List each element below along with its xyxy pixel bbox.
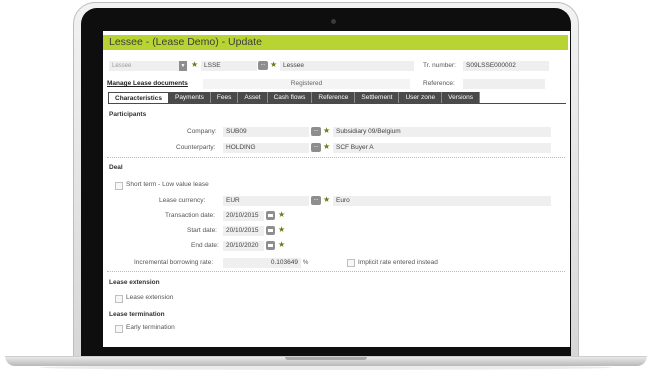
end-date-field[interactable]: 20/10/2020 — [223, 241, 264, 251]
lease-extension-heading: Lease extension — [109, 279, 160, 286]
calendar-icon[interactable] — [266, 241, 275, 250]
title-bar: Lessee - (Lease Demo) - Update — [103, 35, 568, 50]
incremental-borrowing-rate-field[interactable]: 0.103649 — [223, 258, 301, 268]
laptop-notch — [285, 357, 367, 360]
status-field: Registered — [203, 79, 410, 89]
required-star-icon: ★ — [323, 126, 331, 135]
camera-icon — [331, 19, 336, 24]
tab-fees[interactable]: Fees — [210, 92, 239, 103]
company-description: Subsidiary 09/Belgium — [333, 127, 551, 137]
lease-extension-label: Lease extension — [126, 294, 174, 301]
tab-settlement[interactable]: Settlement — [355, 92, 400, 103]
transaction-date-field[interactable]: 20/10/2015 — [223, 211, 264, 221]
implicit-rate-checkbox[interactable] — [347, 259, 355, 267]
chevron-down-icon[interactable]: ▼ — [179, 61, 187, 71]
page-title: Lessee - (Lease Demo) - Update — [109, 36, 262, 48]
required-star-icon: ★ — [191, 60, 199, 69]
lookup-button[interactable]: ... — [258, 61, 268, 70]
section-divider — [107, 157, 565, 158]
tab-asset[interactable]: Asset — [238, 92, 268, 103]
company-label: Company: — [187, 128, 217, 135]
header-row: Lessee ▼ ★ LSSE ... ★ Lessee Tr. number:… — [107, 60, 565, 72]
company-field[interactable]: SUB09 — [223, 127, 309, 137]
implicit-rate-label: Implicit rate entered instead — [358, 259, 438, 266]
tab-underline — [108, 103, 566, 104]
short-term-checkbox[interactable] — [115, 182, 123, 190]
required-star-icon: ★ — [278, 225, 286, 234]
reference-label: Reference: — [423, 80, 455, 87]
participants-heading: Participants — [109, 111, 147, 118]
tab-characteristics[interactable]: Characteristics — [108, 92, 169, 103]
counterparty-field[interactable]: HOLDING — [223, 143, 309, 153]
section-divider — [107, 271, 565, 272]
code-field[interactable]: LSSE — [201, 61, 257, 71]
app-screen: Lessee - (Lease Demo) - Update Lessee ▼ … — [103, 31, 570, 347]
transaction-date-label: Transaction date: — [165, 212, 215, 219]
early-termination-label: Early termination — [126, 324, 175, 331]
lease-extension-checkbox[interactable] — [115, 295, 123, 303]
calendar-icon[interactable] — [266, 211, 275, 220]
lease-currency-field[interactable]: EUR — [223, 196, 309, 206]
counterparty-label: Counterparty: — [176, 144, 216, 151]
tab-cash-flows[interactable]: Cash flows — [267, 92, 313, 103]
tab-bar: Characteristics Payments Fees Asset Cash… — [108, 92, 481, 103]
tab-payments[interactable]: Payments — [168, 92, 211, 103]
required-star-icon: ★ — [270, 60, 278, 69]
start-date-field[interactable]: 20/10/2015 — [223, 226, 264, 236]
code-description: Lessee — [280, 61, 414, 71]
required-star-icon: ★ — [278, 240, 286, 249]
deal-heading: Deal — [109, 164, 123, 171]
type-select[interactable]: Lessee — [109, 61, 187, 71]
calendar-icon[interactable] — [266, 226, 275, 235]
start-date-label: Start date: — [187, 227, 217, 234]
required-star-icon: ★ — [278, 210, 286, 219]
company-lookup-button[interactable]: ... — [311, 127, 321, 136]
required-star-icon: ★ — [323, 195, 331, 204]
counterparty-lookup-button[interactable]: ... — [311, 143, 321, 152]
tab-user-zone[interactable]: User zone — [399, 92, 443, 103]
short-term-label: Short term - Low value lease — [126, 181, 209, 188]
tab-versions[interactable]: Versions — [442, 92, 481, 103]
lease-currency-label: Lease currency: — [159, 197, 206, 204]
tab-reference[interactable]: Reference — [312, 92, 356, 103]
manage-lease-documents-link[interactable]: Manage Lease documents — [107, 79, 188, 89]
incremental-borrowing-rate-label: Incremental borrowing rate: — [134, 259, 214, 266]
tr-number-field: S09LSSE000002 — [463, 61, 549, 71]
percent-unit: % — [303, 260, 309, 266]
counterparty-description: SCF Buyer A — [333, 143, 551, 153]
currency-description: Euro — [333, 196, 551, 206]
required-star-icon: ★ — [323, 142, 331, 151]
currency-lookup-button[interactable]: ... — [311, 196, 321, 205]
reference-field[interactable] — [463, 79, 545, 89]
end-date-label: End date: — [191, 242, 219, 249]
lease-termination-heading: Lease termination — [109, 311, 165, 318]
early-termination-checkbox[interactable] — [115, 325, 123, 333]
tr-number-label: Tr. number: — [423, 62, 456, 69]
